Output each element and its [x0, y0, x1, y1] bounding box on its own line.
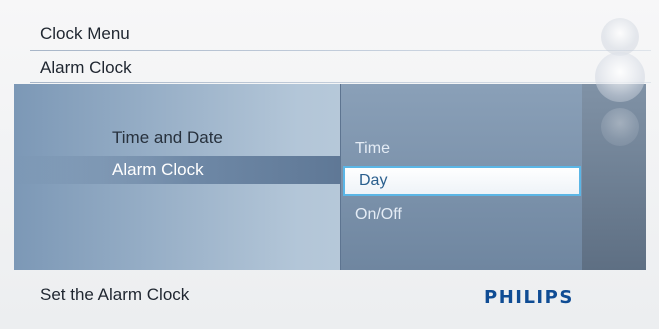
- mode-icons: [589, 10, 649, 150]
- brand-logo: PHILIPS: [484, 287, 574, 308]
- menu-panel: Time and Date Alarm Clock Time Day On/Of…: [14, 84, 646, 270]
- header-divider: [30, 50, 651, 51]
- menu-item-alarm-clock[interactable]: Alarm Clock: [14, 156, 340, 184]
- submenu-item-time[interactable]: Time: [341, 134, 583, 164]
- submenu: Time Day On/Off: [340, 84, 583, 270]
- clock-icon[interactable]: [601, 18, 639, 56]
- main-menu: Time and Date Alarm Clock: [14, 84, 340, 270]
- breadcrumb: Alarm Clock: [40, 58, 132, 77]
- status-hint: Set the Alarm Clock: [40, 285, 190, 304]
- submenu-item-on-off[interactable]: On/Off: [341, 200, 583, 230]
- settings-icon[interactable]: [601, 108, 639, 146]
- clock-menu-screen: Clock Menu Alarm Clock Time and Date Ala…: [0, 0, 659, 329]
- page-title: Clock Menu: [40, 24, 130, 43]
- header-divider-bottom: [30, 82, 651, 83]
- submenu-item-day[interactable]: Day: [343, 166, 581, 196]
- menu-item-time-and-date[interactable]: Time and Date: [14, 124, 340, 152]
- alarm-icon[interactable]: [595, 52, 645, 102]
